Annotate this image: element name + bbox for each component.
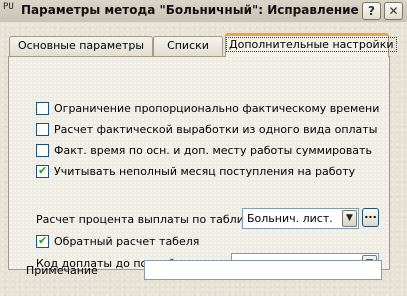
checkbox[interactable]	[36, 144, 49, 157]
percent-table-value: Больнич. лист.	[247, 212, 333, 225]
help-button[interactable]: ?	[362, 2, 381, 20]
window-title: Параметры метода "Больничный": Исправлен…	[21, 3, 359, 17]
tab-lists[interactable]: Списки	[153, 36, 223, 56]
tab-label: Основные параметры	[17, 39, 145, 52]
note-input[interactable]	[144, 260, 382, 280]
checkbox-label: Факт. время по осн. и доп. месту работы …	[54, 144, 372, 157]
checkbox-label: Расчет фактической выработки из одного в…	[54, 123, 378, 136]
checkbox-label: Обратный расчет табеля	[54, 235, 200, 248]
app-icon: PU	[3, 2, 14, 12]
close-button[interactable]: ✕	[384, 2, 403, 20]
check-mark-icon: ✔	[38, 164, 48, 177]
percent-table-label: Расчет процента выплаты по таблице	[36, 213, 259, 226]
checkbox[interactable]	[36, 123, 49, 136]
dialog-body: Основные параметры Списки Дополнительные…	[0, 22, 407, 296]
title-bar[interactable]: PU Параметры метода "Больничный": Исправ…	[0, 0, 407, 23]
tab-label: Списки	[167, 39, 209, 52]
note-label: Примечание	[26, 264, 98, 277]
percent-table-browse-button[interactable]: ...	[362, 208, 379, 227]
checkbox-label: Ограничение пропорционально фактическому…	[54, 102, 380, 115]
dialog-window: PU Параметры метода "Больничный": Исправ…	[0, 0, 407, 296]
check-mark-icon: ✔	[38, 234, 48, 247]
percent-table-select[interactable]: Больнич. лист. ▼	[242, 208, 359, 229]
tab-additional-settings[interactable]: Дополнительные настройки	[225, 33, 397, 57]
chevron-down-icon[interactable]: ▼	[342, 210, 357, 227]
tab-page-additional-settings: Ограничение пропорционально фактическому…	[8, 56, 390, 274]
tab-main-parameters[interactable]: Основные параметры	[9, 36, 153, 56]
checkbox[interactable]: ✔	[36, 164, 49, 178]
checkbox[interactable]: ✔	[36, 234, 49, 248]
tab-label: Дополнительные настройки	[226, 37, 397, 52]
checkbox-label: Учитывать неполный месяц поступления на …	[54, 165, 356, 178]
checkbox[interactable]	[36, 102, 49, 115]
